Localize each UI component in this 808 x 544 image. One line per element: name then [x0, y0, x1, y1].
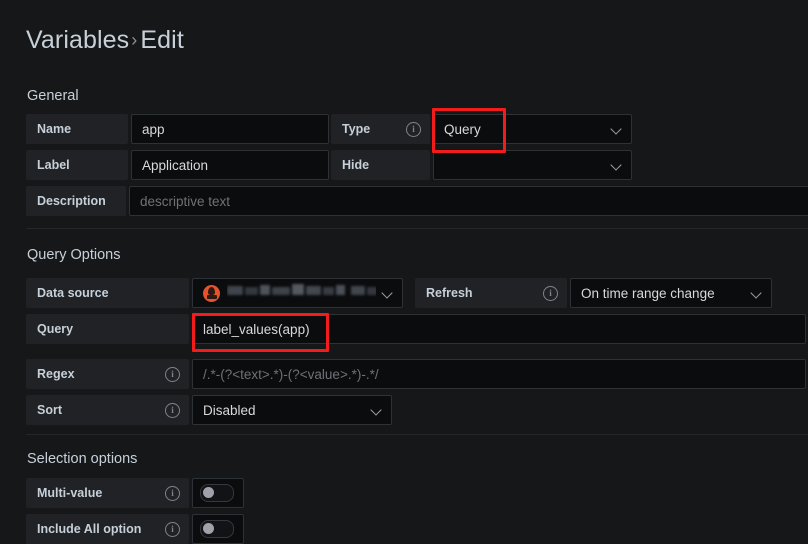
- hide-field-label: Hide: [331, 150, 430, 180]
- sort-info-icon[interactable]: i: [165, 402, 180, 418]
- section-divider-query-options: [26, 434, 808, 435]
- sort-field-label: Sort i: [26, 395, 189, 425]
- toggle-knob: [203, 486, 214, 498]
- field-row-include-all: Include All option i: [26, 514, 244, 544]
- hide-select[interactable]: [433, 150, 632, 180]
- breadcrumb-variables-link[interactable]: Variables: [26, 26, 129, 54]
- data-source-select[interactable]: [192, 278, 403, 308]
- regex-field-label: Regex i: [26, 359, 189, 389]
- breadcrumb-separator-icon: ›: [131, 30, 138, 50]
- field-row-hide: Hide: [331, 150, 632, 180]
- regex-info-icon[interactable]: i: [165, 366, 180, 382]
- toggle-knob: [203, 522, 214, 534]
- refresh-select[interactable]: On time range change: [570, 278, 772, 308]
- field-row-multi-value: Multi-value i: [26, 478, 244, 508]
- section-title-query-options: Query Options: [27, 247, 121, 263]
- type-select[interactable]: Query: [433, 114, 632, 144]
- refresh-field-label: Refresh i: [415, 278, 567, 308]
- description-input[interactable]: descriptive text: [129, 186, 808, 216]
- section-divider-general: [26, 228, 808, 229]
- chevron-down-icon: [371, 404, 383, 416]
- field-row-refresh: Refresh i On time range change: [415, 278, 772, 308]
- query-input[interactable]: label_values(app): [192, 314, 806, 344]
- field-row-type: Type i Query: [331, 114, 632, 144]
- sort-select-value: Disabled: [203, 402, 256, 418]
- field-row-query: Query label_values(app): [26, 314, 806, 344]
- multi-value-toggle[interactable]: [192, 478, 244, 508]
- label-input[interactable]: Application: [131, 150, 329, 180]
- breadcrumb-current-edit: Edit: [140, 26, 184, 54]
- multi-value-info-icon[interactable]: i: [165, 485, 180, 501]
- toggle-track: [200, 520, 234, 538]
- field-row-data-source: Data source: [26, 278, 403, 308]
- section-title-selection-options: Selection options: [27, 451, 138, 467]
- field-row-name: Name app: [26, 114, 329, 144]
- refresh-info-icon[interactable]: i: [543, 285, 558, 301]
- data-source-field-label: Data source: [26, 278, 189, 308]
- breadcrumb: Variables › Edit: [26, 26, 184, 55]
- type-info-icon[interactable]: i: [406, 121, 421, 137]
- prometheus-icon: [203, 284, 220, 302]
- include-all-field-label: Include All option i: [26, 514, 189, 544]
- include-all-info-icon[interactable]: i: [165, 521, 180, 537]
- label-field-label: Label: [26, 150, 128, 180]
- multi-value-field-label: Multi-value i: [26, 478, 189, 508]
- chevron-down-icon: [611, 123, 623, 135]
- field-row-label: Label Application: [26, 150, 329, 180]
- chevron-down-icon: [611, 159, 623, 171]
- variables-edit-page: Variables › Edit General Name app Type i Q…: [0, 0, 808, 544]
- field-row-description: Description descriptive text: [26, 186, 808, 216]
- chevron-down-icon: [751, 287, 763, 299]
- type-select-value: Query: [444, 121, 481, 137]
- data-source-name-redacted: [227, 282, 376, 304]
- refresh-select-value: On time range change: [581, 285, 715, 301]
- regex-input[interactable]: /.*-(?<text>.*)-(?<value>.*)-.*/: [192, 359, 806, 389]
- include-all-toggle[interactable]: [192, 514, 244, 544]
- field-row-regex: Regex i /.*-(?<text>.*)-(?<value>.*)-.*/: [26, 359, 806, 389]
- description-field-label: Description: [26, 186, 126, 216]
- name-input[interactable]: app: [131, 114, 329, 144]
- sort-select[interactable]: Disabled: [192, 395, 392, 425]
- query-field-label: Query: [26, 314, 189, 344]
- section-title-general: General: [27, 88, 79, 104]
- type-field-label: Type i: [331, 114, 430, 144]
- chevron-down-icon: [382, 287, 394, 299]
- toggle-track: [200, 484, 234, 502]
- name-field-label: Name: [26, 114, 128, 144]
- field-row-sort: Sort i Disabled: [26, 395, 392, 425]
